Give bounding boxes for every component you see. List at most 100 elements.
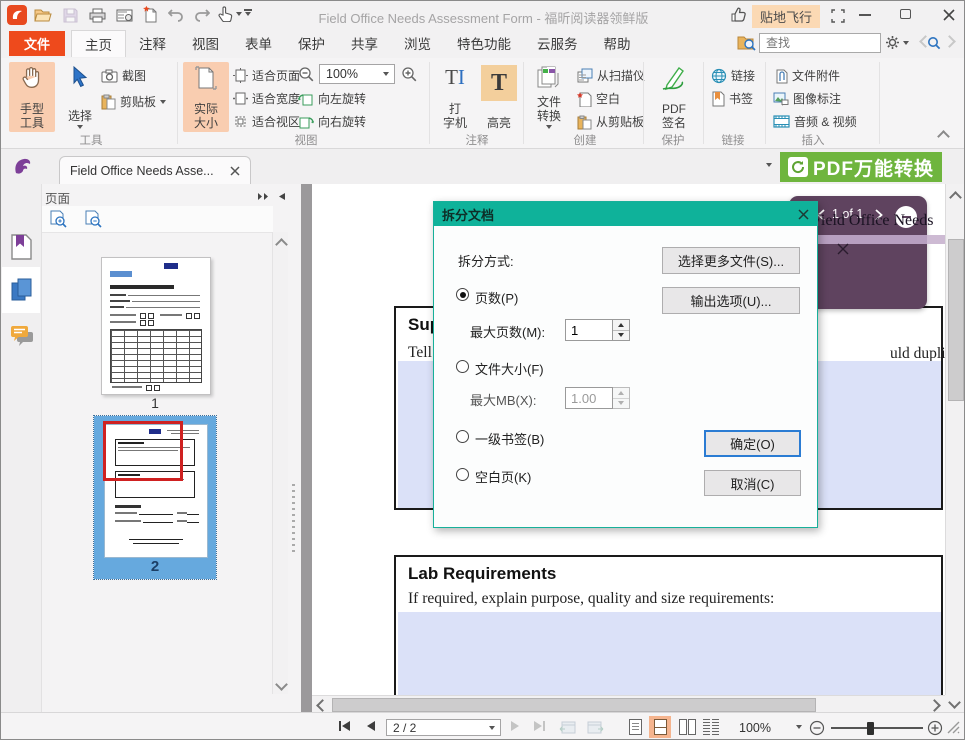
link-button[interactable]: 链接 — [711, 65, 755, 86]
zoom-menu-caret[interactable] — [796, 725, 802, 729]
tab-view[interactable]: 视图 — [179, 30, 232, 56]
tab-form[interactable]: 表单 — [232, 30, 285, 56]
tab-features[interactable]: 特色功能 — [444, 30, 524, 56]
file-menu-button[interactable]: 文件 — [9, 31, 65, 56]
fullscreen-icon[interactable] — [828, 6, 848, 26]
tab-share[interactable]: 共享 — [338, 30, 391, 56]
spin-up-icon[interactable] — [613, 320, 629, 331]
pdf-converter-badge[interactable]: PDF万能转换 — [780, 152, 943, 182]
document-hscrollbar[interactable] — [312, 695, 945, 713]
clipboard-button[interactable]: 剪贴板 — [101, 91, 167, 112]
doc-scroll-up-icon[interactable] — [949, 191, 962, 204]
restore-button[interactable] — [900, 9, 911, 19]
dialog-close-icon[interactable] — [798, 208, 809, 220]
sidebar-scrollbar[interactable] — [272, 232, 288, 694]
radio-blank-pages[interactable] — [456, 468, 469, 481]
close-tab-icon[interactable] — [230, 165, 240, 176]
panel-splitter-handle[interactable] — [292, 484, 295, 554]
page-thumbnail-1[interactable] — [101, 257, 211, 395]
document-tab[interactable]: Field Office Needs Asse... — [59, 156, 251, 184]
max-pages-spinner[interactable] — [612, 319, 630, 341]
audio-video-button[interactable]: 音频 & 视频 — [773, 111, 857, 132]
search-options-button[interactable] — [885, 35, 909, 50]
enlarge-thumbnails-icon[interactable] — [49, 210, 67, 228]
flight-mode-button[interactable]: 贴地飞行 — [752, 5, 821, 28]
zoom-slider-track[interactable] — [831, 727, 923, 729]
single-page-view-button[interactable] — [629, 719, 642, 735]
zoom-slider-thumb[interactable] — [867, 722, 874, 735]
close-window-icon[interactable] — [939, 5, 959, 25]
bookmark-button[interactable]: 书签 — [711, 88, 753, 109]
convert-files-button[interactable]: 文件 转换 — [527, 62, 571, 132]
minimize-button[interactable] — [859, 14, 871, 16]
first-page-button[interactable] — [339, 721, 350, 731]
screenshot-button[interactable]: 截图 — [101, 65, 146, 86]
tab-cloud[interactable]: 云服务 — [524, 30, 591, 56]
file-attachment-button[interactable]: 文件附件 — [773, 65, 840, 86]
page-thumbnail-2-selected[interactable]: 2 — [93, 415, 217, 580]
highlight-button[interactable]: T 高亮 — [479, 62, 519, 132]
doc-scroll-down-icon[interactable] — [948, 696, 961, 709]
lab-form-field[interactable] — [398, 612, 941, 695]
next-page-button[interactable] — [511, 721, 519, 731]
tab-help[interactable]: 帮助 — [591, 30, 644, 56]
zoom-in-icon[interactable] — [401, 66, 418, 83]
zoom-out-circle-icon[interactable] — [809, 720, 825, 736]
radio-file-size[interactable] — [456, 360, 469, 373]
tab-browse[interactable]: 浏览 — [391, 30, 444, 56]
rotate-right-button[interactable]: 向右旋转 — [298, 111, 366, 132]
pages-panel-tab-active[interactable] — [2, 267, 40, 313]
continuous-view-button-active[interactable] — [649, 716, 671, 738]
tab-home[interactable]: 主页 — [71, 30, 126, 57]
max-pages-value[interactable] — [566, 320, 612, 340]
sidebar-scroll-up-icon[interactable] — [275, 238, 288, 251]
form-bar-close-icon[interactable] — [837, 243, 849, 255]
search-folder-icon[interactable] — [736, 33, 756, 53]
dialog-title-bar[interactable]: 拆分文档 — [434, 202, 817, 226]
from-clipboard-button[interactable]: 从剪贴板 — [577, 111, 644, 132]
sidebar-scroll-down-icon[interactable] — [275, 678, 288, 691]
fit-visible-button[interactable]: 适合视区 — [233, 111, 300, 132]
typewriter-button[interactable]: TI 打 字机 — [435, 62, 475, 132]
max-pages-input[interactable] — [565, 319, 613, 341]
facing-view-button[interactable] — [679, 719, 696, 735]
last-page-button[interactable] — [534, 721, 545, 731]
document-vscrollbar[interactable] — [945, 184, 964, 695]
tab-protect[interactable]: 保护 — [285, 30, 338, 56]
zoom-out-icon[interactable] — [298, 66, 315, 83]
actual-size-button[interactable]: 实际 大小 — [183, 62, 229, 132]
bookmarks-panel-icon[interactable] — [10, 234, 32, 260]
next-view-icon[interactable] — [587, 719, 604, 734]
foxit-brush-icon[interactable] — [13, 157, 32, 176]
blank-page-button[interactable]: 空白 — [577, 88, 620, 109]
image-annotation-button[interactable]: 图像标注 — [773, 88, 841, 109]
page-number-combo[interactable]: 2 / 2 — [386, 719, 501, 736]
reduce-thumbnails-icon[interactable] — [84, 210, 102, 228]
continuous-facing-view-button[interactable] — [703, 719, 719, 735]
ok-button[interactable]: 确定(O) — [704, 430, 801, 457]
output-options-button[interactable]: 输出选项(U)... — [662, 287, 800, 314]
radio-page-count[interactable] — [456, 288, 469, 301]
select-tool-button[interactable]: 选择 — [59, 62, 101, 132]
find-next-icon[interactable] — [943, 35, 956, 48]
from-scanner-button[interactable]: 从扫描仪 — [577, 65, 645, 86]
collapse-ribbon-icon[interactable] — [937, 130, 950, 143]
spin-down-icon[interactable] — [613, 331, 629, 341]
tab-comment[interactable]: 注释 — [126, 30, 179, 56]
resize-grip-icon[interactable] — [947, 721, 960, 734]
fit-page-button[interactable]: 适合页面 — [233, 65, 300, 86]
previous-view-icon[interactable] — [559, 719, 576, 734]
zoom-level-combo[interactable]: 100% — [319, 64, 395, 84]
cancel-button[interactable]: 取消(C) — [704, 470, 801, 496]
hand-tool-button[interactable]: 手型 工具 — [9, 62, 55, 132]
pdf-sign-button[interactable]: PDF 签名 — [651, 62, 697, 132]
doc-hscroll-thumb[interactable] — [332, 698, 816, 712]
rotate-left-button[interactable]: 向左旋转 — [298, 88, 366, 109]
comments-panel-icon[interactable] — [9, 324, 35, 348]
thumb-up-icon[interactable] — [728, 4, 748, 24]
expand-panel-icon[interactable] — [257, 192, 271, 201]
radio-top-bookmarks[interactable] — [456, 430, 469, 443]
doc-vscroll-thumb[interactable] — [948, 239, 964, 401]
select-more-files-button[interactable]: 选择更多文件(S)... — [662, 247, 800, 274]
previous-page-button[interactable] — [367, 721, 375, 731]
